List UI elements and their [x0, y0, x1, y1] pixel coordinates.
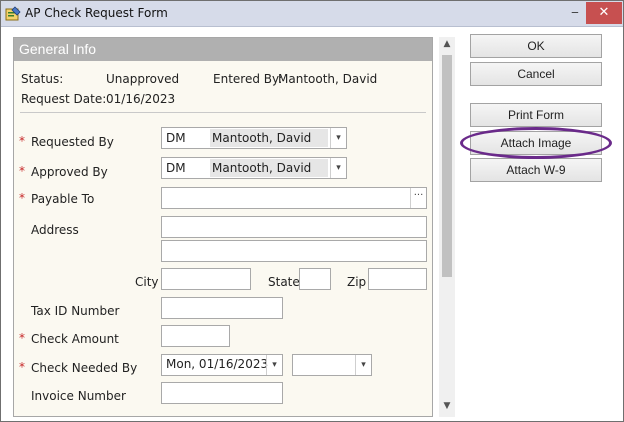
- check-needed-by-date: Mon, 01/16/2023: [166, 357, 269, 371]
- payable-to-field[interactable]: ···: [161, 187, 427, 209]
- requested-by-code: DM: [166, 131, 186, 145]
- city-label: City: [135, 275, 159, 289]
- address-line1-field[interactable]: [161, 216, 427, 238]
- ap-check-request-window: AP Check Request Form ‒ ✕ General Info S…: [0, 0, 624, 422]
- print-form-button[interactable]: Print Form: [470, 103, 602, 127]
- chevron-down-icon[interactable]: ▾: [330, 158, 346, 178]
- check-amount-label: Check Amount: [31, 332, 119, 346]
- window-title: AP Check Request Form: [25, 6, 168, 20]
- status-value: Unapproved: [106, 72, 180, 86]
- required-marker: *: [19, 331, 25, 345]
- minimize-button[interactable]: ‒: [564, 4, 586, 22]
- invoice-number-label: Invoice Number: [31, 389, 126, 403]
- zip-label: Zip: [347, 275, 367, 289]
- chevron-down-icon[interactable]: ▾: [355, 355, 371, 375]
- state-field[interactable]: [299, 268, 331, 290]
- tax-id-field[interactable]: [161, 297, 283, 319]
- check-amount-field[interactable]: [161, 325, 230, 347]
- requested-by-select[interactable]: DM Mantooth, David ▾: [161, 127, 347, 149]
- close-button[interactable]: ✕: [586, 2, 622, 24]
- cancel-button[interactable]: Cancel: [470, 62, 602, 86]
- scroll-down-icon[interactable]: ▼: [441, 401, 453, 413]
- chevron-down-icon[interactable]: ▾: [266, 355, 282, 375]
- check-needed-by-time-select[interactable]: ▾: [292, 354, 372, 376]
- scrollbar-thumb[interactable]: [442, 55, 452, 277]
- scroll-up-icon[interactable]: ▲: [441, 39, 453, 51]
- highlight-ellipse: [460, 127, 612, 159]
- app-icon: [5, 6, 21, 21]
- requested-by-name: Mantooth, David: [210, 129, 328, 147]
- divider: [20, 112, 426, 113]
- invoice-number-field[interactable]: [161, 382, 283, 404]
- ok-button[interactable]: OK: [470, 34, 602, 58]
- required-marker: *: [19, 191, 25, 205]
- request-date-value: 01/16/2023: [106, 92, 176, 106]
- state-label: State: [268, 275, 300, 289]
- check-needed-by-label: Check Needed By: [31, 361, 138, 375]
- vertical-scrollbar[interactable]: ▲ ▼: [439, 37, 455, 417]
- approved-by-select[interactable]: DM Mantooth, David ▾: [161, 157, 347, 179]
- chevron-down-icon[interactable]: ▾: [330, 128, 346, 148]
- browse-ellipsis-icon[interactable]: ···: [410, 188, 426, 208]
- address-label: Address: [31, 223, 79, 237]
- requested-by-label: Requested By: [31, 135, 114, 149]
- general-info-panel: General Info Status: Unapproved Entered …: [13, 37, 433, 417]
- approved-by-code: DM: [166, 161, 186, 175]
- approved-by-name: Mantooth, David: [210, 159, 328, 177]
- request-date-label: Request Date:: [21, 92, 107, 106]
- attach-w9-button[interactable]: Attach W-9: [470, 158, 602, 182]
- entered-by-label: Entered By:: [213, 72, 283, 86]
- required-marker: *: [19, 134, 25, 148]
- city-field[interactable]: [161, 268, 251, 290]
- address-line2-field[interactable]: [161, 240, 427, 262]
- title-bar[interactable]: AP Check Request Form ‒ ✕: [1, 1, 623, 27]
- check-needed-by-date-picker[interactable]: Mon, 01/16/2023 ▾: [161, 354, 283, 376]
- required-marker: *: [19, 360, 25, 374]
- payable-to-label: Payable To: [31, 192, 95, 206]
- status-label: Status:: [21, 72, 64, 86]
- approved-by-label: Approved By: [31, 165, 108, 179]
- entered-by-value: Mantooth, David: [278, 72, 378, 86]
- required-marker: *: [19, 164, 25, 178]
- tax-id-label: Tax ID Number: [31, 304, 120, 318]
- panel-title: General Info: [14, 38, 432, 61]
- zip-field[interactable]: [368, 268, 427, 290]
